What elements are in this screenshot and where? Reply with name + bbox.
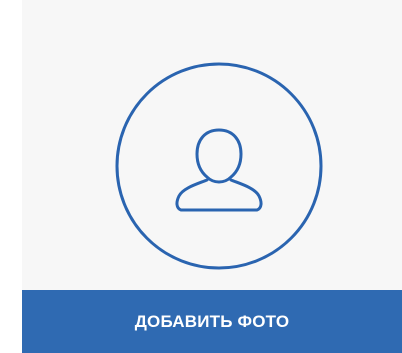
user-profile-icon <box>115 62 323 270</box>
photo-upload-card[interactable]: ДОБАВИТЬ ФОТО <box>22 0 402 353</box>
page: ДОБАВИТЬ ФОТО <box>0 0 402 353</box>
add-photo-button[interactable]: ДОБАВИТЬ ФОТО <box>22 290 402 353</box>
